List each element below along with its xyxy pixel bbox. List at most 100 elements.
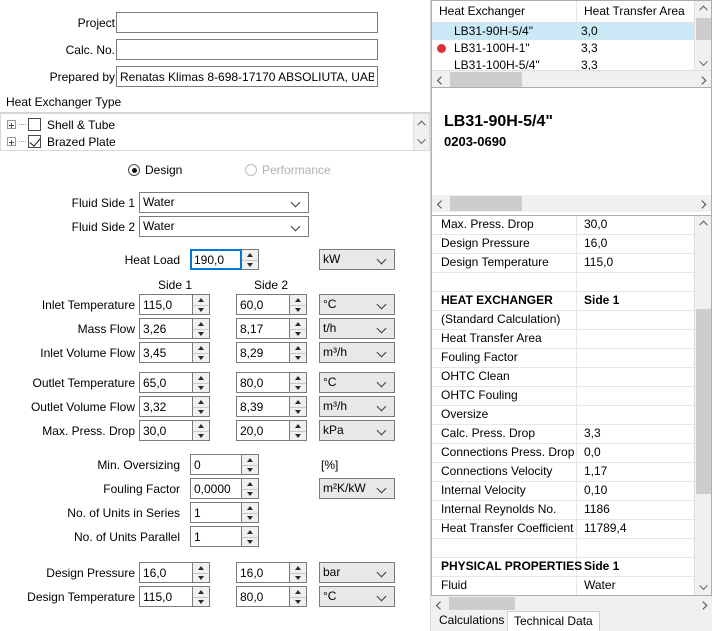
outlet-volume-flow-side2-input[interactable]: [236, 396, 290, 417]
tab-technical-data[interactable]: Technical Data: [507, 611, 600, 631]
checkbox-brazed-plate[interactable]: [28, 135, 41, 148]
spinner-up-icon[interactable]: [193, 319, 209, 329]
list-hscroll-thumb[interactable]: [450, 72, 522, 87]
table-row[interactable]: LB31-100H-1"3,3: [432, 40, 711, 57]
outlet-volume-flow-unit-combo[interactable]: m³/h: [319, 396, 395, 417]
spinner-up-icon[interactable]: [290, 343, 306, 353]
no-of-units-in-series-input[interactable]: [190, 502, 242, 523]
heat-load-spinner[interactable]: [242, 249, 259, 270]
inlet-volume-flow-side2-input[interactable]: [236, 342, 290, 363]
spinner-up-icon[interactable]: [193, 587, 209, 597]
spinner-up-icon[interactable]: [290, 397, 306, 407]
fluid-side-1-combo[interactable]: Water: [139, 192, 309, 213]
results-vertical-scrollbar[interactable]: [694, 216, 711, 595]
outlet-temperature-side2-input[interactable]: [236, 372, 290, 393]
max-press-drop-side2-spinner[interactable]: [290, 420, 307, 441]
spinner-down-icon[interactable]: [193, 573, 209, 584]
no-of-units-in-series-spinner[interactable]: [242, 502, 259, 523]
spinner-down-icon[interactable]: [242, 489, 258, 500]
design-pressure-side2-input[interactable]: [236, 562, 290, 583]
radio-performance-dot[interactable]: [245, 164, 257, 176]
spinner-up-icon[interactable]: [290, 319, 306, 329]
spinner-up-icon[interactable]: [290, 587, 306, 597]
spinner-up-icon[interactable]: [242, 527, 258, 537]
detail-hscroll-thumb[interactable]: [450, 196, 522, 211]
design-temperature-side2-spinner[interactable]: [290, 586, 307, 607]
outlet-volume-flow-side2-spinner[interactable]: [290, 396, 307, 417]
inlet-volume-flow-side1-input[interactable]: [139, 342, 193, 363]
mass-flow-side1-spinner[interactable]: [193, 318, 210, 339]
tree-item-shell-tube[interactable]: Shell & Tube: [7, 116, 115, 133]
spinner-up-icon[interactable]: [290, 295, 306, 305]
spinner-down-icon[interactable]: [290, 573, 306, 584]
mass-flow-side2-spinner[interactable]: [290, 318, 307, 339]
spinner-down-icon[interactable]: [290, 407, 306, 418]
fouling-factor-input[interactable]: [190, 478, 242, 499]
outlet-temperature-side2-spinner[interactable]: [290, 372, 307, 393]
design-pressure-side1-spinner[interactable]: [193, 562, 210, 583]
column-header-heat-transfer-area[interactable]: Heat Transfer Area (m: [576, 1, 696, 22]
spinner-up-icon[interactable]: [193, 373, 209, 383]
list-horizontal-scrollbar[interactable]: [432, 70, 711, 87]
design-pressure-side2-spinner[interactable]: [290, 562, 307, 583]
fouling-factor-unit-combo[interactable]: m²K/kW: [319, 478, 395, 499]
max-press-drop-side2-input[interactable]: [236, 420, 290, 441]
inlet-volume-flow-unit-combo[interactable]: m³/h: [319, 342, 395, 363]
heat-load-input[interactable]: [190, 249, 242, 270]
scroll-down-icon[interactable]: [414, 133, 430, 149]
list-scroll-thumb[interactable]: [696, 18, 711, 40]
spinner-down-icon[interactable]: [290, 383, 306, 394]
hx-type-scrollbar[interactable]: [413, 114, 429, 150]
spinner-down-icon[interactable]: [193, 305, 209, 316]
inlet-temperature-unit-combo[interactable]: °C: [319, 294, 395, 315]
scroll-right-icon[interactable]: [694, 195, 711, 212]
heat-exchanger-list[interactable]: Heat Exchanger Heat Transfer Area (m LB3…: [431, 0, 712, 88]
fluid-side-2-combo[interactable]: Water: [139, 216, 309, 237]
outlet-volume-flow-side1-spinner[interactable]: [193, 396, 210, 417]
inlet-temperature-side1-input[interactable]: [139, 294, 193, 315]
prepared-by-input[interactable]: [116, 66, 378, 87]
design-pressure-side1-input[interactable]: [139, 562, 193, 583]
spinner-down-icon[interactable]: [193, 353, 209, 364]
spinner-up-icon[interactable]: [290, 373, 306, 383]
expand-plus-icon[interactable]: [7, 137, 16, 146]
design-temperature-side1-spinner[interactable]: [193, 586, 210, 607]
radio-design-dot[interactable]: [128, 164, 140, 176]
scroll-left-icon[interactable]: [432, 71, 449, 88]
design-temperature-unit-combo[interactable]: °C: [319, 586, 395, 607]
scroll-down-icon[interactable]: [695, 55, 712, 71]
outlet-volume-flow-side1-input[interactable]: [139, 396, 193, 417]
inlet-temperature-side2-input[interactable]: [236, 294, 290, 315]
scroll-up-icon[interactable]: [695, 1, 712, 17]
outlet-temperature-unit-combo[interactable]: °C: [319, 372, 395, 393]
design-pressure-unit-combo[interactable]: bar: [319, 562, 395, 583]
column-header-heat-exchanger[interactable]: Heat Exchanger: [432, 1, 576, 22]
min-oversizing-input[interactable]: [190, 454, 242, 475]
heat-load-unit-combo[interactable]: kW: [319, 249, 395, 270]
spinner-down-icon[interactable]: [290, 353, 306, 364]
spinner-down-icon[interactable]: [290, 305, 306, 316]
tree-item-brazed-plate[interactable]: Brazed Plate: [7, 133, 116, 150]
spinner-down-icon[interactable]: [242, 465, 258, 476]
spinner-up-icon[interactable]: [290, 563, 306, 573]
spinner-up-icon[interactable]: [242, 479, 258, 489]
mass-flow-unit-combo[interactable]: t/h: [319, 318, 395, 339]
spinner-down-icon[interactable]: [290, 329, 306, 340]
spinner-up-icon[interactable]: [290, 421, 306, 431]
radio-design[interactable]: Design: [128, 163, 182, 177]
scroll-left-icon[interactable]: [432, 195, 449, 212]
results-scroll-thumb[interactable]: [696, 309, 711, 494]
detail-horizontal-scrollbar[interactable]: [432, 195, 711, 212]
inlet-volume-flow-side1-spinner[interactable]: [193, 342, 210, 363]
spinner-down-icon[interactable]: [193, 383, 209, 394]
expand-plus-icon[interactable]: [7, 120, 16, 129]
scroll-right-icon[interactable]: [694, 71, 711, 88]
min-oversizing-spinner[interactable]: [242, 454, 259, 475]
spinner-down-icon[interactable]: [242, 513, 258, 524]
table-row[interactable]: LB31-90H-5/4"3,0: [432, 23, 711, 40]
spinner-up-icon[interactable]: [193, 397, 209, 407]
spinner-down-icon[interactable]: [290, 431, 306, 442]
spinner-up-icon[interactable]: [193, 295, 209, 305]
outlet-temperature-side1-spinner[interactable]: [193, 372, 210, 393]
max-press-drop-side1-spinner[interactable]: [193, 420, 210, 441]
